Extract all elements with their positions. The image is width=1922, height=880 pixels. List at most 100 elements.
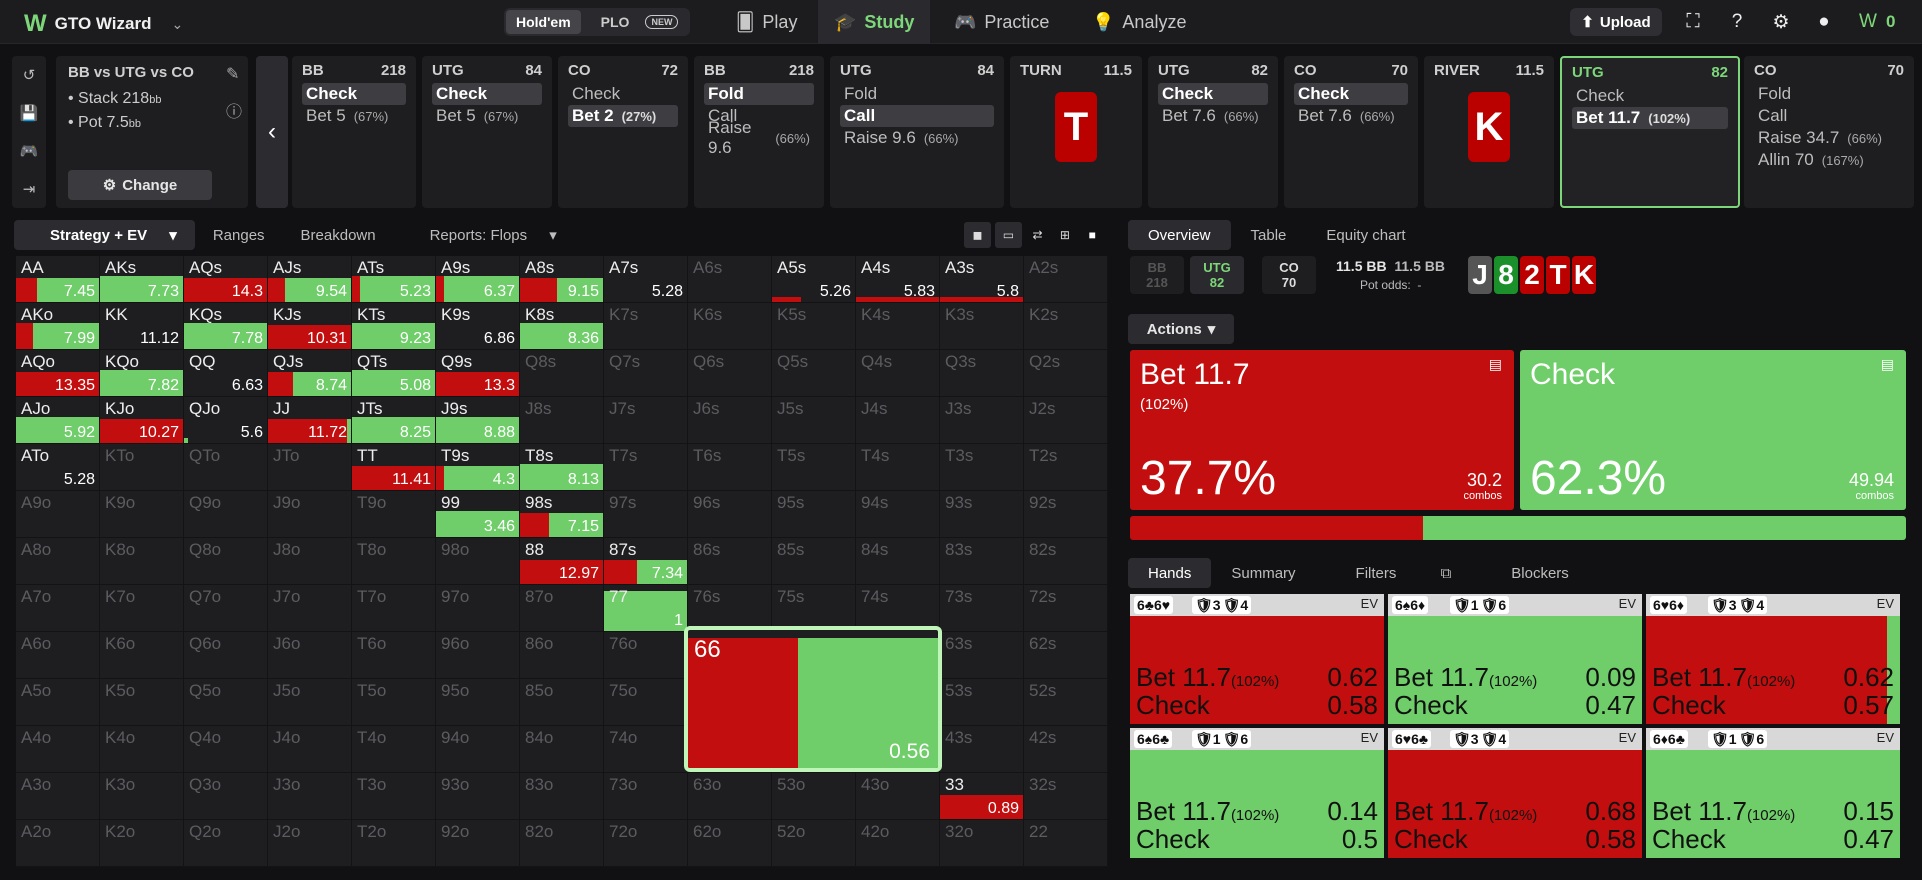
hand-cell[interactable]: 97s (604, 491, 688, 538)
hand-cell[interactable]: K5o (100, 679, 184, 726)
hand-cell[interactable]: QTo (184, 444, 268, 491)
action-option[interactable]: Check (302, 83, 406, 105)
action-option[interactable]: Call (1754, 105, 1904, 127)
action-panel[interactable]: UTG 84 Check Bet 5 (67%) (422, 56, 552, 208)
hand-cell[interactable]: QTs 5.08 (352, 350, 436, 397)
hand-cell[interactable]: 43s (940, 726, 1024, 773)
chevron-down-icon[interactable]: ⌄ (171, 16, 183, 33)
hand-cell[interactable]: T6o (352, 632, 436, 679)
view-cube-icon[interactable]: ◼ (964, 222, 991, 248)
hand-cell[interactable]: 84o (520, 726, 604, 773)
action-bet[interactable]: Bet 11.7 (102%) 37.7% 30.2 combos ▤ (1130, 350, 1514, 510)
action-option[interactable]: Check (568, 83, 678, 105)
hand-cell[interactable]: A8s 9.15 (520, 256, 604, 303)
hand-cell[interactable]: AQo 13.35 (16, 350, 100, 397)
hand-cell[interactable]: A2s (1024, 256, 1108, 303)
hand-cell[interactable]: AJo 5.92 (16, 397, 100, 444)
action-option[interactable]: Fold (704, 83, 814, 105)
controller-icon[interactable]: 🎮 (12, 132, 46, 170)
hand-cell[interactable]: AA 7.45 (16, 256, 100, 303)
hand-cell[interactable]: A7o (16, 585, 100, 632)
account-icon[interactable]: ● (1812, 10, 1836, 34)
hand-cell[interactable]: AKo 7.99 (16, 303, 100, 350)
screenshot-icon[interactable]: ⛶ (1681, 10, 1705, 34)
hand-cell[interactable]: 75s (772, 585, 856, 632)
action-option[interactable]: Raise 9.6 (66%) (704, 118, 814, 157)
hand-cell[interactable]: Q2s (1024, 350, 1108, 397)
hand-cell[interactable]: KK 11.12 (100, 303, 184, 350)
tab-hands[interactable]: Hands (1128, 558, 1212, 588)
hand-cell[interactable]: 22 (1024, 820, 1108, 867)
hand-cell[interactable]: J4s (856, 397, 940, 444)
hand-cell[interactable]: J3s (940, 397, 1024, 444)
action-option[interactable]: Check (432, 83, 542, 105)
action-panel[interactable]: UTG 84 Fold Call Raise 9.6 (66%) (830, 56, 1004, 208)
hand-cell[interactable]: 95o (436, 679, 520, 726)
hand-cell[interactable]: K7o (100, 585, 184, 632)
nav-practice[interactable]: 🎮 Practice (938, 0, 1065, 44)
hand-cell[interactable]: 86o (520, 632, 604, 679)
action-option[interactable]: Bet 11.7 (102%) (1572, 107, 1728, 129)
hand-cell[interactable]: 96o (436, 632, 520, 679)
tab-ranges[interactable]: Ranges (195, 227, 283, 244)
hand-cell[interactable]: AJs 9.54 (268, 256, 352, 303)
hand-cell[interactable]: A9o (16, 491, 100, 538)
hand-cell[interactable]: T8o (352, 538, 436, 585)
hand-cell[interactable]: 85o (520, 679, 604, 726)
hand-cell[interactable]: Q7o (184, 585, 268, 632)
hand-cell[interactable]: 74o (604, 726, 688, 773)
hand-cell[interactable]: K9s 6.86 (436, 303, 520, 350)
upload-button[interactable]: ⬆ Upload (1570, 8, 1662, 36)
hand-cell[interactable]: Q9o (184, 491, 268, 538)
hand-cell[interactable]: K3o (100, 773, 184, 820)
action-option[interactable]: Bet 2 (27%) (568, 105, 678, 127)
hand-cell[interactable]: 73s (940, 585, 1024, 632)
hand-cell[interactable]: 32s (1024, 773, 1108, 820)
hand-cell[interactable]: J8s (520, 397, 604, 444)
hand-cell[interactable]: Q4s (856, 350, 940, 397)
hand-cell[interactable]: 85s (772, 538, 856, 585)
hand-cell[interactable]: A8o (16, 538, 100, 585)
save-icon[interactable]: 💾 (12, 94, 46, 132)
view-split-icon[interactable]: ▭ (994, 222, 1022, 248)
hand-cell[interactable]: 93o (436, 773, 520, 820)
hand-cell[interactable]: 82s (1024, 538, 1108, 585)
hand-cell[interactable]: J6o (268, 632, 352, 679)
hand-cell[interactable]: A6s (688, 256, 772, 303)
hand-cell[interactable]: 82o (520, 820, 604, 867)
action-option[interactable]: Check (1158, 83, 1268, 105)
hand-cell[interactable]: K8o (100, 538, 184, 585)
hand-cell[interactable]: A4s 5.83 (856, 256, 940, 303)
hand-cell[interactable]: AQs 14.3 (184, 256, 268, 303)
hand-cell[interactable]: 52s (1024, 679, 1108, 726)
hand-cell[interactable]: K2s (1024, 303, 1108, 350)
hand-cell[interactable]: 43o (856, 773, 940, 820)
hand-cell[interactable]: 72s (1024, 585, 1108, 632)
hand-cell[interactable]: 84s (856, 538, 940, 585)
hand-cell[interactable]: K6s (688, 303, 772, 350)
hand-cell[interactable]: K4o (100, 726, 184, 773)
hand-cell[interactable]: Q6s (688, 350, 772, 397)
hand-cell[interactable]: T9s 4.3 (436, 444, 520, 491)
hand-cell[interactable]: Q9s 13.3 (436, 350, 520, 397)
action-check[interactable]: Check 62.3% 49.94 combos ▤ (1520, 350, 1906, 510)
hand-card[interactable]: 6♦6♣ 🛡1 🛡6 EV Bet 11.7(102%) 0.15 Check 0.47 (1646, 728, 1900, 858)
game-mode-toggle[interactable]: Hold'em PLO NEW (504, 8, 691, 36)
hand-cell[interactable]: Q8s (520, 350, 604, 397)
hand-cell[interactable]: A2o (16, 820, 100, 867)
hand-cell[interactable]: K2o (100, 820, 184, 867)
hand-cell[interactable]: TT 11.41 (352, 444, 436, 491)
hand-cell[interactable]: A6o (16, 632, 100, 679)
hand-cell[interactable]: T5o (352, 679, 436, 726)
hand-cell[interactable]: J7s (604, 397, 688, 444)
hand-cell[interactable]: J5o (268, 679, 352, 726)
action-option[interactable]: Fold (1754, 83, 1904, 105)
action-panel[interactable]: UTG 82 Check Bet 11.7 (102%) (1560, 56, 1740, 208)
hand-cell[interactable]: J7o (268, 585, 352, 632)
help-icon[interactable]: ? (1725, 10, 1749, 34)
details-icon[interactable]: ▤ (1881, 356, 1894, 373)
hand-cell[interactable]: QJo 5.6 (184, 397, 268, 444)
hand-cell[interactable]: T4s (856, 444, 940, 491)
hand-cell[interactable]: AKs 7.73 (100, 256, 184, 303)
hand-cell[interactable]: QJs 8.74 (268, 350, 352, 397)
